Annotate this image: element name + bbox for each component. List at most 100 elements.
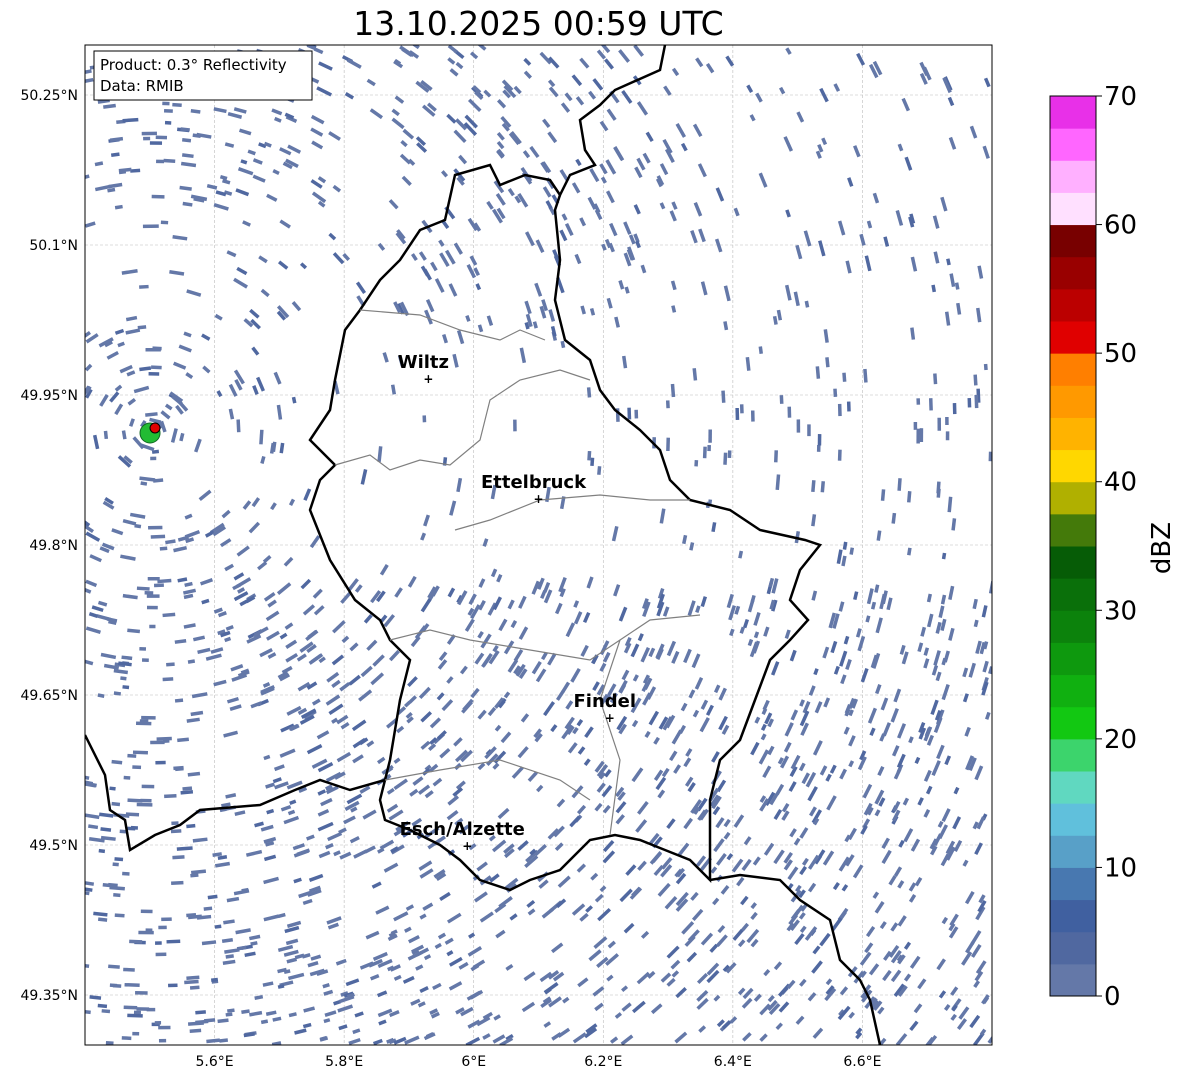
echo-cell [848,709,854,717]
echo-cell [859,233,866,246]
echo-cell [941,552,947,560]
echo-cell [822,850,835,866]
echo-cell [228,408,235,420]
echo-cell [634,166,643,179]
echo-cell [394,587,403,598]
echo-cell [122,518,137,526]
echo-cell [867,707,877,724]
echo-cell [388,649,400,662]
colorbar-tick-label: 60 [1104,211,1137,241]
echo-cell [172,855,185,860]
echo-cell [285,653,299,663]
echo-cell [333,999,341,1006]
echo-cell [874,901,885,914]
echo-cell [812,1027,824,1039]
echo-cell [109,136,124,142]
echo-cell [723,321,729,331]
echo-cell [596,49,606,60]
echo-cell [609,1036,619,1044]
echo-cell [328,703,344,716]
echo-cell [190,710,204,717]
colorbar-segment [1050,738,1096,772]
echo-cell [331,679,341,689]
echo-cell [670,959,681,970]
echo-cell [420,740,431,750]
echo-cell [623,922,635,934]
echo-cell [698,228,706,243]
echo-cell [409,788,419,797]
echo-cell [317,821,334,832]
echo-cell [311,140,324,150]
echo-cell [938,605,945,618]
echo-cell [875,684,882,695]
echo-cell [655,776,667,791]
echo-cell [790,709,799,721]
echo-cell [150,534,166,539]
echo-cell [139,366,152,372]
echo-cell [947,96,955,107]
colorbar-segment [1050,128,1096,161]
echo-cell [339,851,352,860]
echo-cell [625,864,637,876]
echo-cell [262,681,271,688]
echo-cell [662,606,670,617]
echo-cell [771,578,779,594]
echo-cell [982,660,989,673]
echo-cell [214,924,222,929]
echo-cell [666,818,676,830]
echo-cell [273,371,282,385]
echo-cell [449,500,457,516]
echo-cell [221,509,231,519]
echo-cell [98,812,114,818]
echo-cell [286,920,302,928]
lon-tick-label: 6°E [461,1054,486,1070]
echo-cell [422,902,434,911]
echo-cell [696,855,707,867]
echo-cell [386,787,395,795]
echo-cell [936,481,941,494]
echo-cell [714,238,723,253]
echo-cell [183,593,194,600]
echo-cell [604,238,612,249]
echo-cell [497,807,510,820]
echo-cell [620,1034,634,1045]
echo-cell [547,79,556,88]
echo-cell [621,985,629,993]
echo-cell [799,827,809,839]
echo-cell [511,766,524,779]
echo-cell [109,391,120,403]
echo-cell [170,829,182,834]
echo-cell [633,45,645,57]
echo-cell [882,722,891,737]
echo-cell [601,243,607,251]
echo-cell [753,612,761,626]
echo-cell [117,341,125,348]
echo-cell [576,863,587,873]
echo-cell [683,648,692,664]
echo-cell [895,210,904,226]
echo-cell [917,642,924,653]
echo-cell [331,717,339,724]
echo-cell [458,961,469,970]
echo-cell [794,933,805,946]
echo-cell [709,943,719,953]
echo-cell [870,601,877,610]
echo-cell [448,981,463,991]
echo-cell [556,690,565,701]
echo-cell [778,1001,790,1013]
echo-cell [213,679,227,687]
echo-cell [538,879,549,889]
echo-cell [109,786,116,791]
city-marker: + [533,492,543,506]
echo-cell [388,199,399,210]
echo-cell [588,90,597,100]
echo-cell [380,614,388,623]
echo-cell [226,696,239,704]
echo-cell [288,498,296,506]
echo-cell [201,940,217,946]
echo-cell [750,902,757,910]
echo-cell [607,940,616,949]
echo-cell [226,896,240,903]
echo-cell [733,814,745,828]
echo-cell [680,702,688,712]
